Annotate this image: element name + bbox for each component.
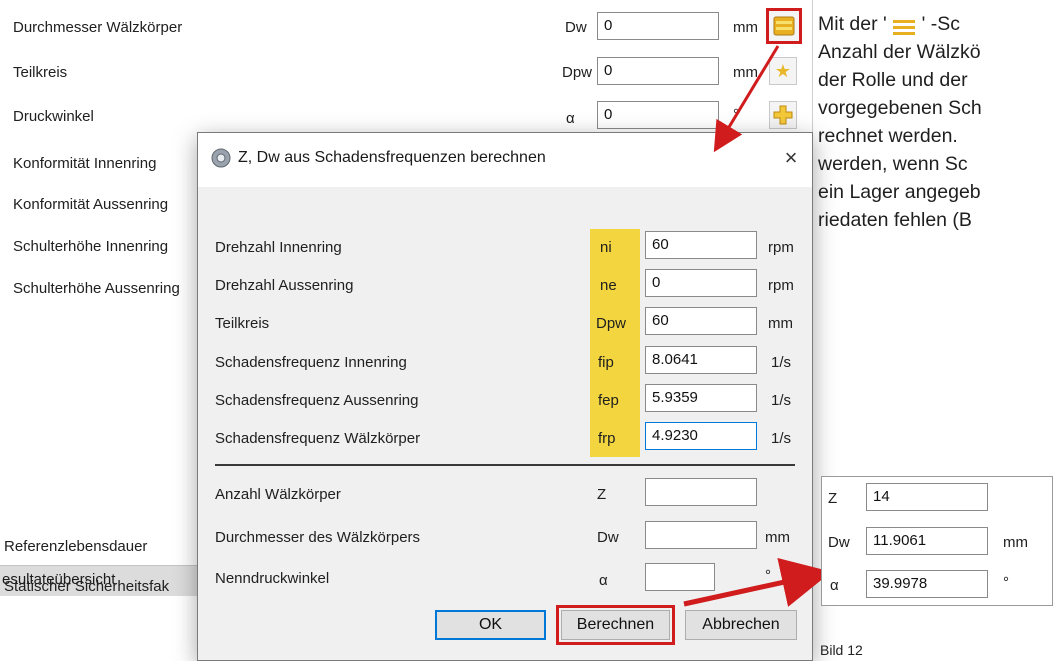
result-symbol-z: Z	[828, 490, 838, 507]
result-unit-deg: °	[1003, 574, 1009, 591]
result-unit-mm: mm	[1003, 534, 1028, 551]
result-z: 14	[866, 483, 988, 511]
result-dw: 11.9061	[866, 527, 988, 555]
result-alpha: 39.9978	[866, 570, 988, 598]
side-paragraph-line8: riedaten fehlen (B	[818, 209, 972, 231]
result-symbol-alpha: α	[830, 577, 839, 594]
side-paragraph-line2: Anzahl der Wälzkö	[818, 41, 981, 63]
side-paragraph-line6: werden, wenn Sc	[818, 153, 968, 175]
figure-caption: Bild 12	[820, 642, 863, 658]
result-symbol-dw: Dw	[828, 534, 850, 551]
side-paragraph-line1: Mit der ' ' -Sc	[818, 13, 960, 35]
side-paragraph-line3: der Rolle und der	[818, 69, 968, 91]
side-paragraph-line4: vorgegebenen Sch	[818, 97, 982, 119]
side-paragraph-line5: rechnet werden.	[818, 125, 958, 147]
rows-icon	[892, 16, 916, 35]
side-paragraph-line7: ein Lager angegeb	[818, 181, 981, 203]
